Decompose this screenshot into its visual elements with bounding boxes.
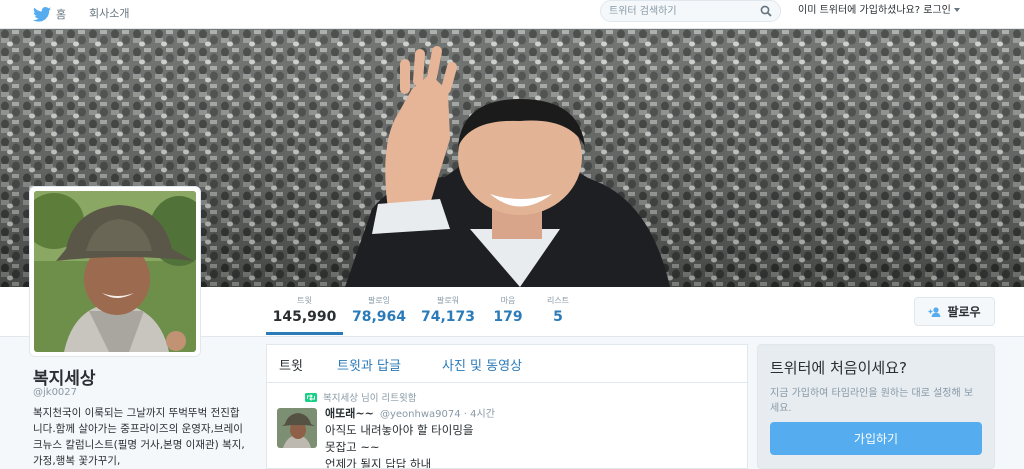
nav-home-label: 홈 bbox=[56, 8, 67, 21]
signup-module: 트위터에 처음이세요? 지금 가입하여 타임라인을 원하는 대로 설정해 보세요… bbox=[757, 344, 995, 469]
stat-value: 5 bbox=[553, 309, 563, 325]
tab-photos-videos[interactable]: 사진 및 동영상 bbox=[442, 355, 522, 374]
bird-icon bbox=[33, 6, 51, 22]
add-user-icon bbox=[928, 306, 941, 317]
tweet-author-avatar[interactable] bbox=[277, 408, 317, 448]
stat-label: 팔로잉 bbox=[367, 296, 391, 305]
stat-lists[interactable]: 리스트 5 bbox=[540, 295, 576, 327]
timeline-panel: 트윗 트윗과 답글 사진 및 동영상 복지세상 님이 리트윗함 애또래~~ @y… bbox=[266, 344, 748, 469]
nav-about-link[interactable]: 회사소개 bbox=[89, 4, 129, 24]
signup-button[interactable]: 가입하기 bbox=[770, 422, 982, 455]
timeline-tabs: 트윗 트윗과 답글 사진 및 동영상 bbox=[267, 345, 747, 383]
tweet-author-handle[interactable]: @yeonhwa9074 bbox=[380, 409, 461, 420]
stat-value: 145,990 bbox=[272, 309, 337, 325]
signup-description: 지금 가입하여 타임라인을 원하는 대로 설정해 보세요. bbox=[770, 388, 974, 414]
caret-down-icon bbox=[953, 8, 960, 12]
retweet-context-label: 복지세상 님이 리트윗함 bbox=[323, 393, 417, 404]
retweet-icon bbox=[305, 392, 317, 402]
follow-button-label: 팔로우 bbox=[947, 305, 981, 319]
active-stat-indicator bbox=[266, 332, 343, 335]
profile-handle[interactable]: @jk0027 bbox=[33, 387, 77, 398]
search-input[interactable] bbox=[609, 3, 759, 19]
tab-tweets[interactable]: 트윗 bbox=[279, 355, 303, 374]
stat-following[interactable]: 팔로잉 78,964 bbox=[350, 295, 408, 327]
tweet-header: 애또래~~ @yeonhwa9074 · 4시간 bbox=[325, 405, 495, 421]
profile-avatar[interactable] bbox=[29, 186, 201, 357]
stat-label: 마음 bbox=[500, 296, 516, 305]
stat-label: 팔로워 bbox=[436, 296, 460, 305]
tweet-text: 아직도 내려놓아야 할 타이밍을 못잡고 ~~ 언제가 될지 답답 하내 bbox=[325, 423, 474, 469]
search-box bbox=[600, 0, 781, 22]
nav-home-link[interactable]: 홈 bbox=[33, 4, 66, 24]
tab-tweets-and-replies[interactable]: 트윗과 답글 bbox=[337, 355, 401, 374]
login-dropdown[interactable]: 이미 트위터에 가입하셨나요? 로그인 bbox=[798, 3, 960, 19]
stat-label: 트윗 bbox=[297, 296, 312, 305]
stat-tweets[interactable]: 트윗 145,990 bbox=[266, 295, 343, 327]
stat-value: 74,173 bbox=[420, 309, 476, 325]
stat-value: 78,964 bbox=[351, 309, 407, 325]
retweet-context: 복지세상 님이 리트윗함 bbox=[305, 390, 416, 404]
signup-title: 트위터에 처음이세요? bbox=[770, 359, 907, 377]
follow-button[interactable]: 팔로우 bbox=[914, 297, 995, 326]
login-label: 이미 트위터에 가입하셨나요? 로그인 bbox=[798, 5, 951, 16]
profile-bio: 복지천국이 이룩되는 그날까지 뚜벅뚜벅 전진합니다.함께 살아가는 중프라이즈… bbox=[33, 407, 245, 467]
tweet-timestamp[interactable]: · 4시간 bbox=[464, 409, 495, 420]
tweet-author-name[interactable]: 애또래~~ bbox=[325, 407, 374, 420]
profile-name: 복지세상 bbox=[33, 369, 96, 389]
stat-label: 리스트 bbox=[546, 296, 570, 305]
top-navigation-bar: 홈 회사소개 이미 트위터에 가입하셨나요? 로그인 bbox=[0, 0, 1024, 29]
stat-followers[interactable]: 팔로워 74,173 bbox=[418, 295, 478, 327]
stat-likes[interactable]: 마음 179 bbox=[490, 295, 526, 327]
search-icon[interactable] bbox=[760, 5, 772, 17]
stat-value: 179 bbox=[493, 309, 523, 325]
